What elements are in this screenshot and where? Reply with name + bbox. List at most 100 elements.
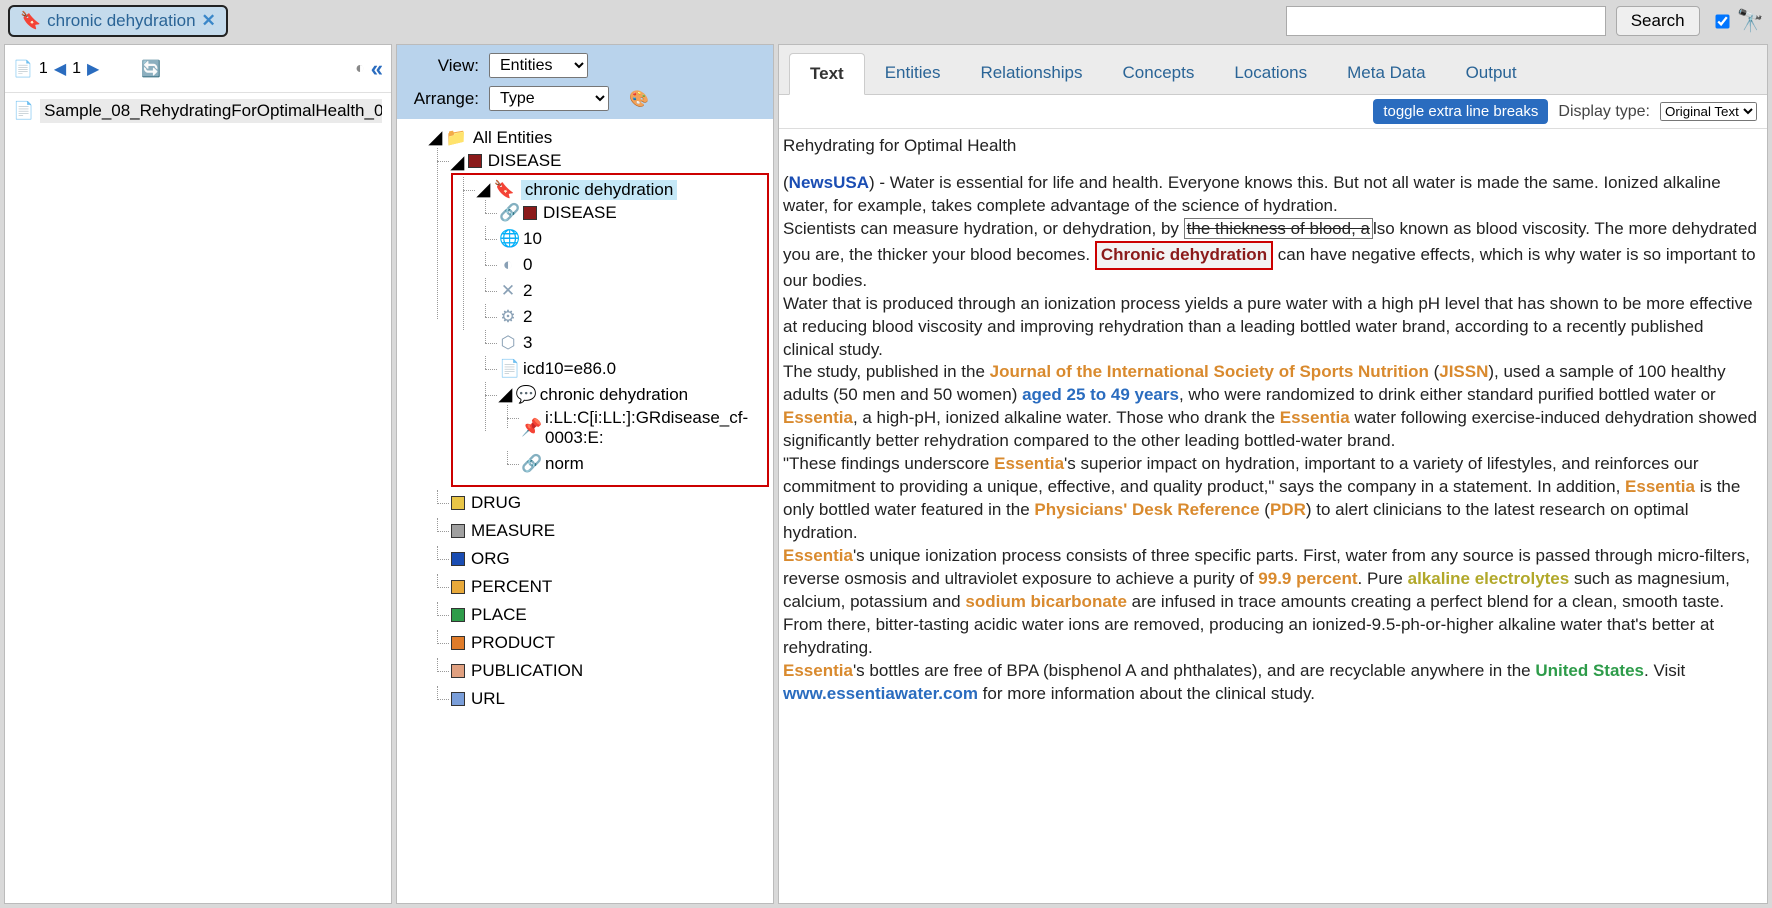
copy-icon[interactable]: 📄: [13, 59, 33, 79]
arrange-select[interactable]: Type: [489, 86, 609, 111]
org-color-icon: [451, 552, 465, 566]
disease-color-icon: [468, 154, 482, 168]
tab-locations[interactable]: Locations: [1214, 53, 1327, 94]
view-label: View:: [409, 56, 479, 76]
top-bar: 🔖 chronic dehydration ✕ Search 🔭: [0, 0, 1772, 42]
display-type-select[interactable]: Original Text: [1660, 102, 1757, 121]
binoculars-icon[interactable]: 🔭: [1737, 8, 1764, 34]
mid-panel: View: Entities Arrange: Type 🎨 ◢ 📁 All E…: [396, 44, 774, 904]
doc-icon: 📄: [499, 359, 517, 379]
article-title: Rehydrating for Optimal Health: [783, 135, 1757, 158]
globe-icon: 🌐: [499, 229, 517, 249]
half-circle-icon: ◐: [499, 255, 517, 275]
tree-toggle[interactable]: ◢: [429, 128, 441, 148]
tree-toggle[interactable]: ◢: [451, 153, 463, 173]
publication-color-icon: [451, 664, 465, 678]
stat-value: 3: [523, 333, 532, 353]
tree-toggle[interactable]: ◢: [499, 385, 511, 405]
bubble-icon: 💬: [516, 385, 534, 405]
body-text: . Visit: [1644, 661, 1685, 680]
tab-entities[interactable]: Entities: [865, 53, 961, 94]
search-wrap: Search: [1286, 6, 1700, 36]
hex-icon: ⬡: [499, 333, 517, 353]
refresh-icon[interactable]: 🔄: [141, 59, 161, 79]
left-panel: 📄 1 ◀ 1 ▶ 🔄 ◐ « 📄 Sample_08_RehydratingF…: [4, 44, 392, 904]
cat-org[interactable]: ORG: [451, 549, 510, 569]
cat-measure[interactable]: MEASURE: [451, 521, 555, 541]
cat-label: DRUG: [471, 493, 521, 513]
close-icon[interactable]: ✕: [202, 11, 216, 31]
cat-publication[interactable]: PUBLICATION: [451, 661, 583, 681]
entity-stat-2: ◐0: [499, 255, 532, 275]
body-text: From there, bitter-tasting acidic water …: [783, 615, 1714, 657]
entity-pdr: PDR: [1270, 500, 1306, 519]
entity-pin-row: 📌i:LL:C[i:LL:]:GRdisease_cf-0003:E:: [521, 408, 765, 448]
collapse-left-icon[interactable]: «: [371, 56, 383, 82]
cat-percent[interactable]: PERCENT: [451, 577, 552, 597]
tab-relationships[interactable]: Relationships: [960, 53, 1102, 94]
cat-label: MEASURE: [471, 521, 555, 541]
entity-alk-electrolytes: alkaline electrolytes: [1408, 569, 1570, 588]
tab-text[interactable]: Text: [789, 53, 865, 95]
tag-icon: 🔖: [494, 180, 515, 200]
body-text: are infused in trace amounts creating a …: [1127, 592, 1724, 611]
body-text: "These findings underscore: [783, 454, 994, 473]
display-type-label: Display type:: [1558, 103, 1650, 121]
measure-color-icon: [451, 524, 465, 538]
view-select[interactable]: Entities: [489, 53, 588, 78]
cat-drug[interactable]: DRUG: [451, 493, 521, 513]
entity-code: icd10=e86.0: [523, 359, 616, 379]
toggle-icon[interactable]: ◐: [355, 60, 365, 78]
cat-url[interactable]: URL: [451, 689, 505, 709]
tab-chip[interactable]: 🔖 chronic dehydration ✕: [8, 5, 228, 37]
entity-essentia: Essentia: [783, 408, 853, 427]
cat-product[interactable]: PRODUCT: [451, 633, 555, 653]
body-text: Water that is produced through an ioniza…: [783, 294, 1753, 359]
highlighted-chronic-dehydration[interactable]: Chronic dehydration: [1095, 241, 1273, 270]
cat-disease[interactable]: DISEASE: [468, 151, 562, 171]
document-icon: 📄: [13, 101, 34, 121]
prev-icon[interactable]: ◀: [54, 59, 66, 79]
next-icon[interactable]: ▶: [87, 59, 99, 79]
body-text: , a high-pH, ionized alkaline water. Tho…: [853, 408, 1280, 427]
color-wheel-icon[interactable]: 🎨: [629, 89, 649, 109]
entity-type-label: DISEASE: [543, 203, 617, 223]
entity-jissn: JISSN: [1439, 362, 1488, 381]
entity-child-label: chronic dehydration: [540, 385, 688, 405]
entity-child-node[interactable]: 💬 chronic dehydration: [516, 385, 688, 405]
right-toolbar: toggle extra line breaks Display type: O…: [779, 95, 1767, 129]
stat-value: 0: [523, 255, 532, 275]
entity-percent: 99.9 percent: [1258, 569, 1357, 588]
toggle-line-breaks-button[interactable]: toggle extra line breaks: [1373, 99, 1548, 124]
entity-label: chronic dehydration: [521, 180, 677, 200]
tab-concepts[interactable]: Concepts: [1103, 53, 1215, 94]
strike-span: the thickness of blood, a: [1184, 218, 1373, 239]
body-text: , who were randomized to drink either st…: [1179, 385, 1716, 404]
tag-icon: 🔖: [20, 11, 41, 31]
entity-newsusa: NewsUSA: [789, 173, 869, 192]
body-text: Scientists can measure hydration, or deh…: [783, 219, 1184, 238]
mid-header: View: Entities Arrange: Type 🎨: [397, 45, 773, 119]
drug-color-icon: [451, 496, 465, 510]
all-entities-label: All Entities: [473, 128, 552, 148]
right-tabs: Text Entities Relationships Concepts Loc…: [779, 45, 1767, 95]
cat-place[interactable]: PLACE: [451, 605, 527, 625]
tab-metadata[interactable]: Meta Data: [1327, 53, 1445, 94]
file-row[interactable]: 📄 Sample_08_RehydratingForOptimalHealth_…: [5, 93, 391, 129]
body-text: . Pure: [1358, 569, 1408, 588]
cat-label: PERCENT: [471, 577, 552, 597]
entity-chronic-dehydration[interactable]: 🔖 chronic dehydration: [494, 180, 678, 200]
entity-norm-value: norm: [545, 454, 584, 474]
tab-output[interactable]: Output: [1446, 53, 1537, 94]
text-content: Rehydrating for Optimal Health (NewsUSA)…: [779, 129, 1767, 903]
cat-label: PRODUCT: [471, 633, 555, 653]
all-entities-node[interactable]: 📁 All Entities: [446, 128, 553, 148]
url-color-icon: [451, 692, 465, 706]
search-input[interactable]: [1286, 6, 1606, 36]
cat-label: URL: [471, 689, 505, 709]
tree-toggle[interactable]: ◢: [477, 180, 489, 200]
search-button[interactable]: Search: [1616, 6, 1700, 36]
search-option-checkbox[interactable]: [1715, 14, 1729, 28]
tab-chip-label: chronic dehydration: [47, 11, 195, 31]
body-text: (: [1260, 500, 1270, 519]
